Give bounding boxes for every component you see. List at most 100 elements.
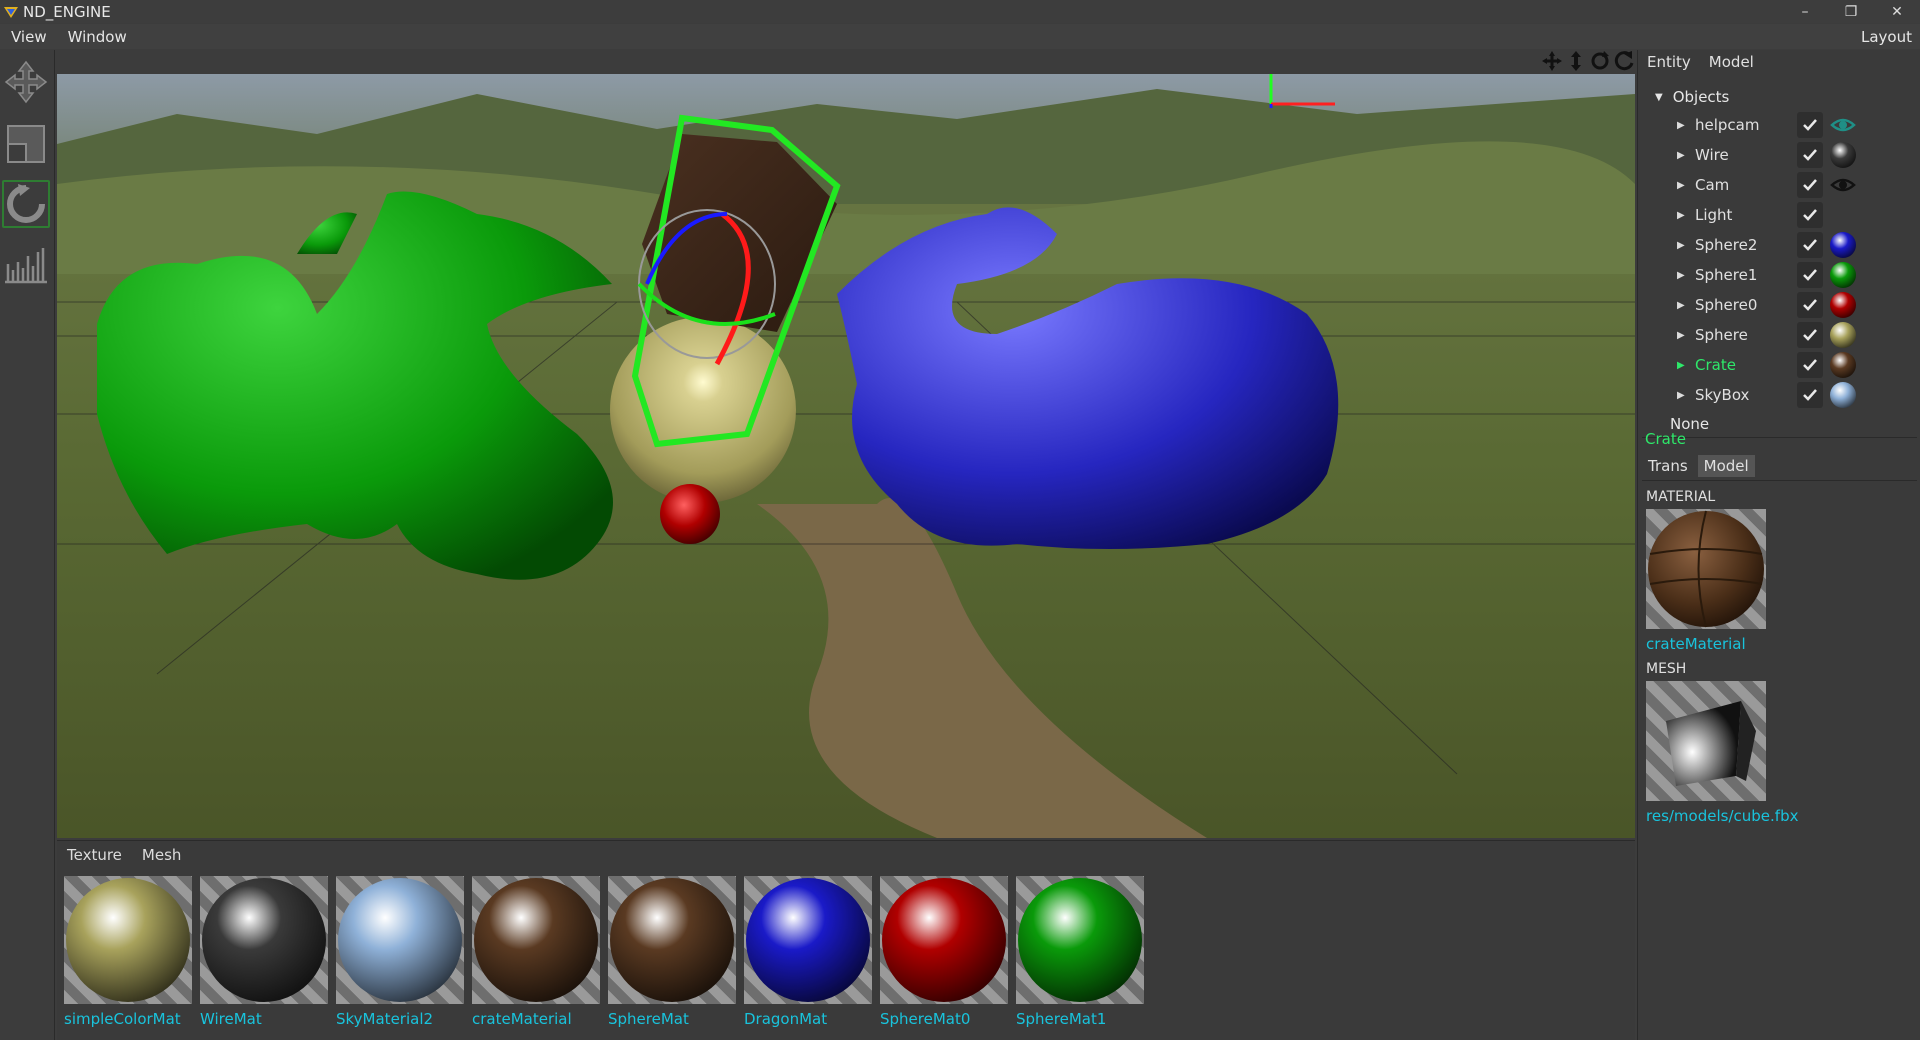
- outliner-item[interactable]: ▶ Sphere1: [1638, 260, 1920, 290]
- eye-icon: [1830, 112, 1856, 138]
- outliner-item[interactable]: ▶ SkyBox: [1638, 380, 1920, 410]
- move-tool-button[interactable]: [2, 58, 50, 106]
- asset-label[interactable]: SkyMaterial2: [336, 1010, 464, 1028]
- menu-window[interactable]: Window: [57, 28, 137, 46]
- expand-arrow-icon[interactable]: ▶: [1677, 240, 1685, 251]
- empty-preview: [1830, 202, 1856, 228]
- asset-thumbnail[interactable]: [744, 876, 872, 1004]
- visibility-checkbox[interactable]: [1797, 292, 1823, 318]
- check-icon: [1803, 389, 1817, 401]
- menu-view[interactable]: View: [0, 28, 57, 46]
- mesh-preview[interactable]: [1646, 681, 1766, 801]
- expand-arrow-icon[interactable]: ▶: [1677, 330, 1685, 341]
- asset-label[interactable]: WireMat: [200, 1010, 328, 1028]
- visibility-checkbox[interactable]: [1797, 322, 1823, 348]
- asset-label[interactable]: DragonMat: [744, 1010, 872, 1028]
- expand-arrow-icon[interactable]: ▶: [1677, 120, 1685, 131]
- scene-viewport[interactable]: [57, 74, 1635, 838]
- check-icon: [1803, 269, 1817, 281]
- material-swatch-icon: [1830, 232, 1856, 258]
- material-sphere-icon: [610, 878, 734, 1002]
- outliner-item[interactable]: ▶ Sphere2: [1638, 230, 1920, 260]
- asset-label[interactable]: SphereMat1: [1016, 1010, 1144, 1028]
- tab-trans[interactable]: Trans: [1642, 455, 1694, 477]
- expand-arrow-icon[interactable]: ▶: [1677, 150, 1685, 161]
- close-button[interactable]: ✕: [1874, 0, 1920, 23]
- asset-label[interactable]: crateMaterial: [472, 1010, 600, 1028]
- move-icon[interactable]: [1541, 50, 1563, 72]
- asset-thumbnail[interactable]: [880, 876, 1008, 1004]
- tab-entity[interactable]: Entity: [1638, 53, 1700, 71]
- scale-icon: [7, 125, 45, 163]
- visibility-checkbox[interactable]: [1797, 382, 1823, 408]
- objects-group-header[interactable]: ▼ Objects: [1638, 84, 1920, 110]
- asset-label[interactable]: SphereMat0: [880, 1010, 1008, 1028]
- tool-palette: [0, 50, 55, 1040]
- visibility-checkbox[interactable]: [1797, 352, 1823, 378]
- visibility-checkbox[interactable]: [1797, 262, 1823, 288]
- expand-arrow-icon: ▼: [1655, 91, 1663, 103]
- tab-model[interactable]: Model: [1700, 53, 1763, 71]
- asset-thumbnail[interactable]: [200, 876, 328, 1004]
- rotate-tool-button[interactable]: [2, 180, 50, 228]
- menu-layout[interactable]: Layout: [1850, 28, 1920, 46]
- minimize-button[interactable]: –: [1782, 0, 1828, 23]
- visibility-checkbox[interactable]: [1797, 202, 1823, 228]
- outliner-item-label: Sphere: [1695, 326, 1748, 344]
- material-swatch-icon: [1830, 292, 1856, 318]
- material-preview[interactable]: [1646, 509, 1766, 629]
- asset-item[interactable]: SphereMat0: [880, 876, 1008, 1028]
- visibility-checkbox[interactable]: [1797, 232, 1823, 258]
- asset-item[interactable]: simpleColorMat: [64, 876, 192, 1028]
- orbit-icon[interactable]: [1613, 50, 1635, 72]
- outliner-item[interactable]: ▶ Sphere0: [1638, 290, 1920, 320]
- outliner-item[interactable]: ▶ Crate: [1638, 350, 1920, 380]
- asset-label[interactable]: SphereMat: [608, 1010, 736, 1028]
- outliner-item[interactable]: ▶ Sphere: [1638, 320, 1920, 350]
- material-swatch-icon: [1830, 352, 1856, 378]
- scale-tool-button[interactable]: [2, 120, 50, 168]
- visibility-checkbox[interactable]: [1797, 142, 1823, 168]
- outliner-item[interactable]: ▶ Cam: [1638, 170, 1920, 200]
- asset-thumbnail[interactable]: [64, 876, 192, 1004]
- tab-mesh[interactable]: Mesh: [132, 846, 192, 864]
- expand-arrow-icon[interactable]: ▶: [1677, 210, 1685, 221]
- restore-button[interactable]: ❐: [1828, 0, 1874, 23]
- material-link[interactable]: crateMaterial: [1646, 635, 1917, 653]
- mesh-path-link[interactable]: res/models/cube.fbx: [1646, 807, 1917, 825]
- outliner-item-label: Sphere0: [1695, 296, 1758, 314]
- asset-item[interactable]: DragonMat: [744, 876, 872, 1028]
- asset-label[interactable]: simpleColorMat: [64, 1010, 192, 1028]
- asset-thumbnail[interactable]: [608, 876, 736, 1004]
- stats-tool-button[interactable]: [2, 240, 50, 288]
- expand-arrow-icon[interactable]: ▶: [1677, 360, 1685, 371]
- check-icon: [1803, 299, 1817, 311]
- asset-item[interactable]: SkyMaterial2: [336, 876, 464, 1028]
- asset-item[interactable]: WireMat: [200, 876, 328, 1028]
- asset-thumbnail[interactable]: [472, 876, 600, 1004]
- menu-bar: View Window Layout: [0, 24, 1920, 49]
- outliner-item[interactable]: ▶ helpcam: [1638, 110, 1920, 140]
- scene-render[interactable]: [57, 74, 1635, 838]
- material-sphere-icon: [746, 878, 870, 1002]
- asset-item[interactable]: crateMaterial: [472, 876, 600, 1028]
- check-icon: [1803, 209, 1817, 221]
- expand-arrow-icon[interactable]: ▶: [1677, 390, 1685, 401]
- tab-model-props[interactable]: Model: [1697, 455, 1755, 477]
- asset-item[interactable]: SphereMat1: [1016, 876, 1144, 1028]
- expand-arrow-icon[interactable]: ▶: [1677, 270, 1685, 281]
- outliner-item[interactable]: ▶ Wire: [1638, 140, 1920, 170]
- vertical-move-icon[interactable]: [1565, 50, 1587, 72]
- visibility-checkbox[interactable]: [1797, 112, 1823, 138]
- asset-list: simpleColorMat WireMat SkyMaterial2 crateMa…: [64, 876, 1144, 1028]
- expand-arrow-icon[interactable]: ▶: [1677, 300, 1685, 311]
- asset-thumbnail[interactable]: [1016, 876, 1144, 1004]
- rotate-icon[interactable]: [1589, 50, 1611, 72]
- tab-texture[interactable]: Texture: [57, 846, 132, 864]
- expand-arrow-icon[interactable]: ▶: [1677, 180, 1685, 191]
- asset-item[interactable]: SphereMat: [608, 876, 736, 1028]
- asset-thumbnail[interactable]: [336, 876, 464, 1004]
- outliner-item[interactable]: ▶ Light: [1638, 200, 1920, 230]
- check-icon: [1803, 179, 1817, 191]
- visibility-checkbox[interactable]: [1797, 172, 1823, 198]
